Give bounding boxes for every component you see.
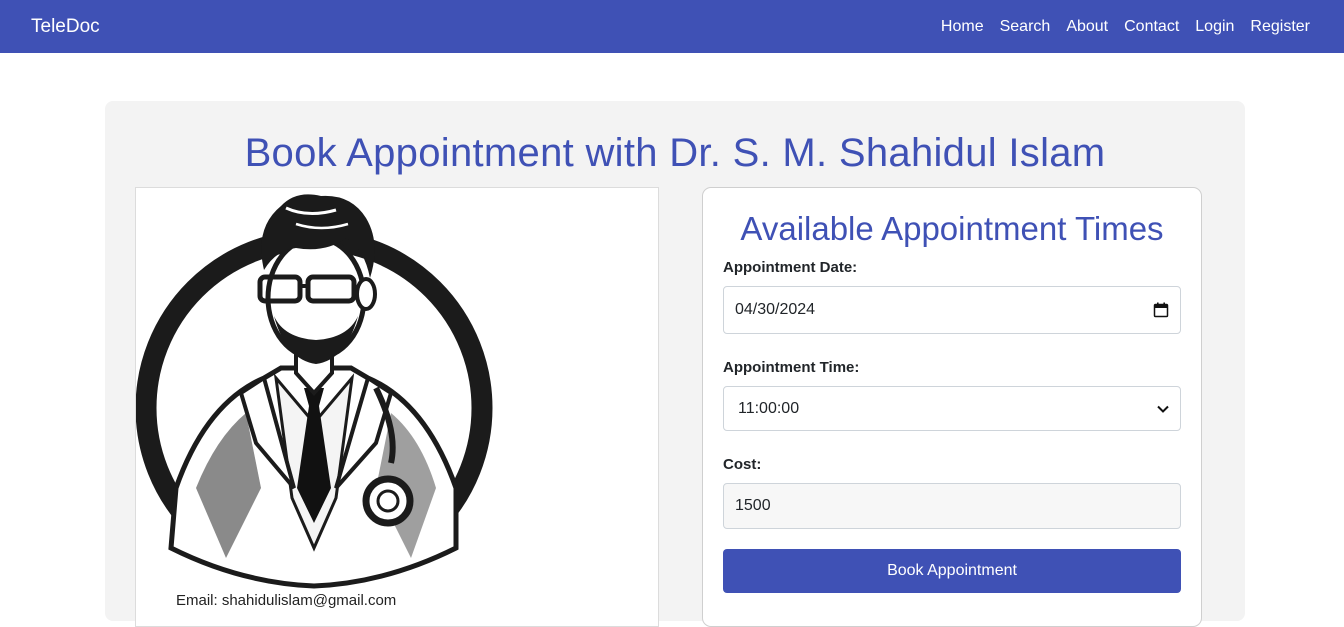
brand-logo-link[interactable]: TeleDoc [31,16,100,38]
doctor-portrait-image [136,194,493,589]
doctor-email: Email: shahidulislam@gmail.com [176,592,397,609]
nav-link-contact[interactable]: Contact [1124,18,1179,36]
nav-link-search[interactable]: Search [1000,18,1051,36]
cost-field[interactable] [723,483,1181,529]
booking-card: Book Appointment with Dr. S. M. Shahidul… [105,101,1245,627]
calendar-icon[interactable] [1153,302,1169,318]
appointment-booking-panel: Available Appointment Times Appointment … [702,187,1202,627]
appointment-time-label: Appointment Time: [723,359,860,376]
nav-link-about[interactable]: About [1066,18,1108,36]
nav-link-register[interactable]: Register [1250,18,1310,36]
appointment-date-value: 04/30/2024 [735,301,816,318]
appointment-date-label: Appointment Date: [723,259,858,276]
available-times-heading: Available Appointment Times [740,210,1164,247]
cost-label: Cost: [723,456,762,473]
appointment-date-input[interactable]: 04/30/2024 [723,286,1181,334]
nav-links: Home Search About Contact Login Register [941,18,1310,36]
nav-link-login[interactable]: Login [1195,18,1234,36]
chevron-down-icon [1157,405,1169,413]
appointment-time-select[interactable]: 11:00:00 [723,386,1181,431]
top-navbar: TeleDoc Home Search About Contact Login … [0,0,1344,53]
book-appointment-button[interactable]: Book Appointment [723,549,1181,593]
nav-link-home[interactable]: Home [941,18,984,36]
page-title: Book Appointment with Dr. S. M. Shahidul… [244,131,1106,175]
appointment-time-value: 11:00:00 [738,399,800,417]
doctor-profile-panel: Email: shahidulislam@gmail.com [135,187,659,627]
